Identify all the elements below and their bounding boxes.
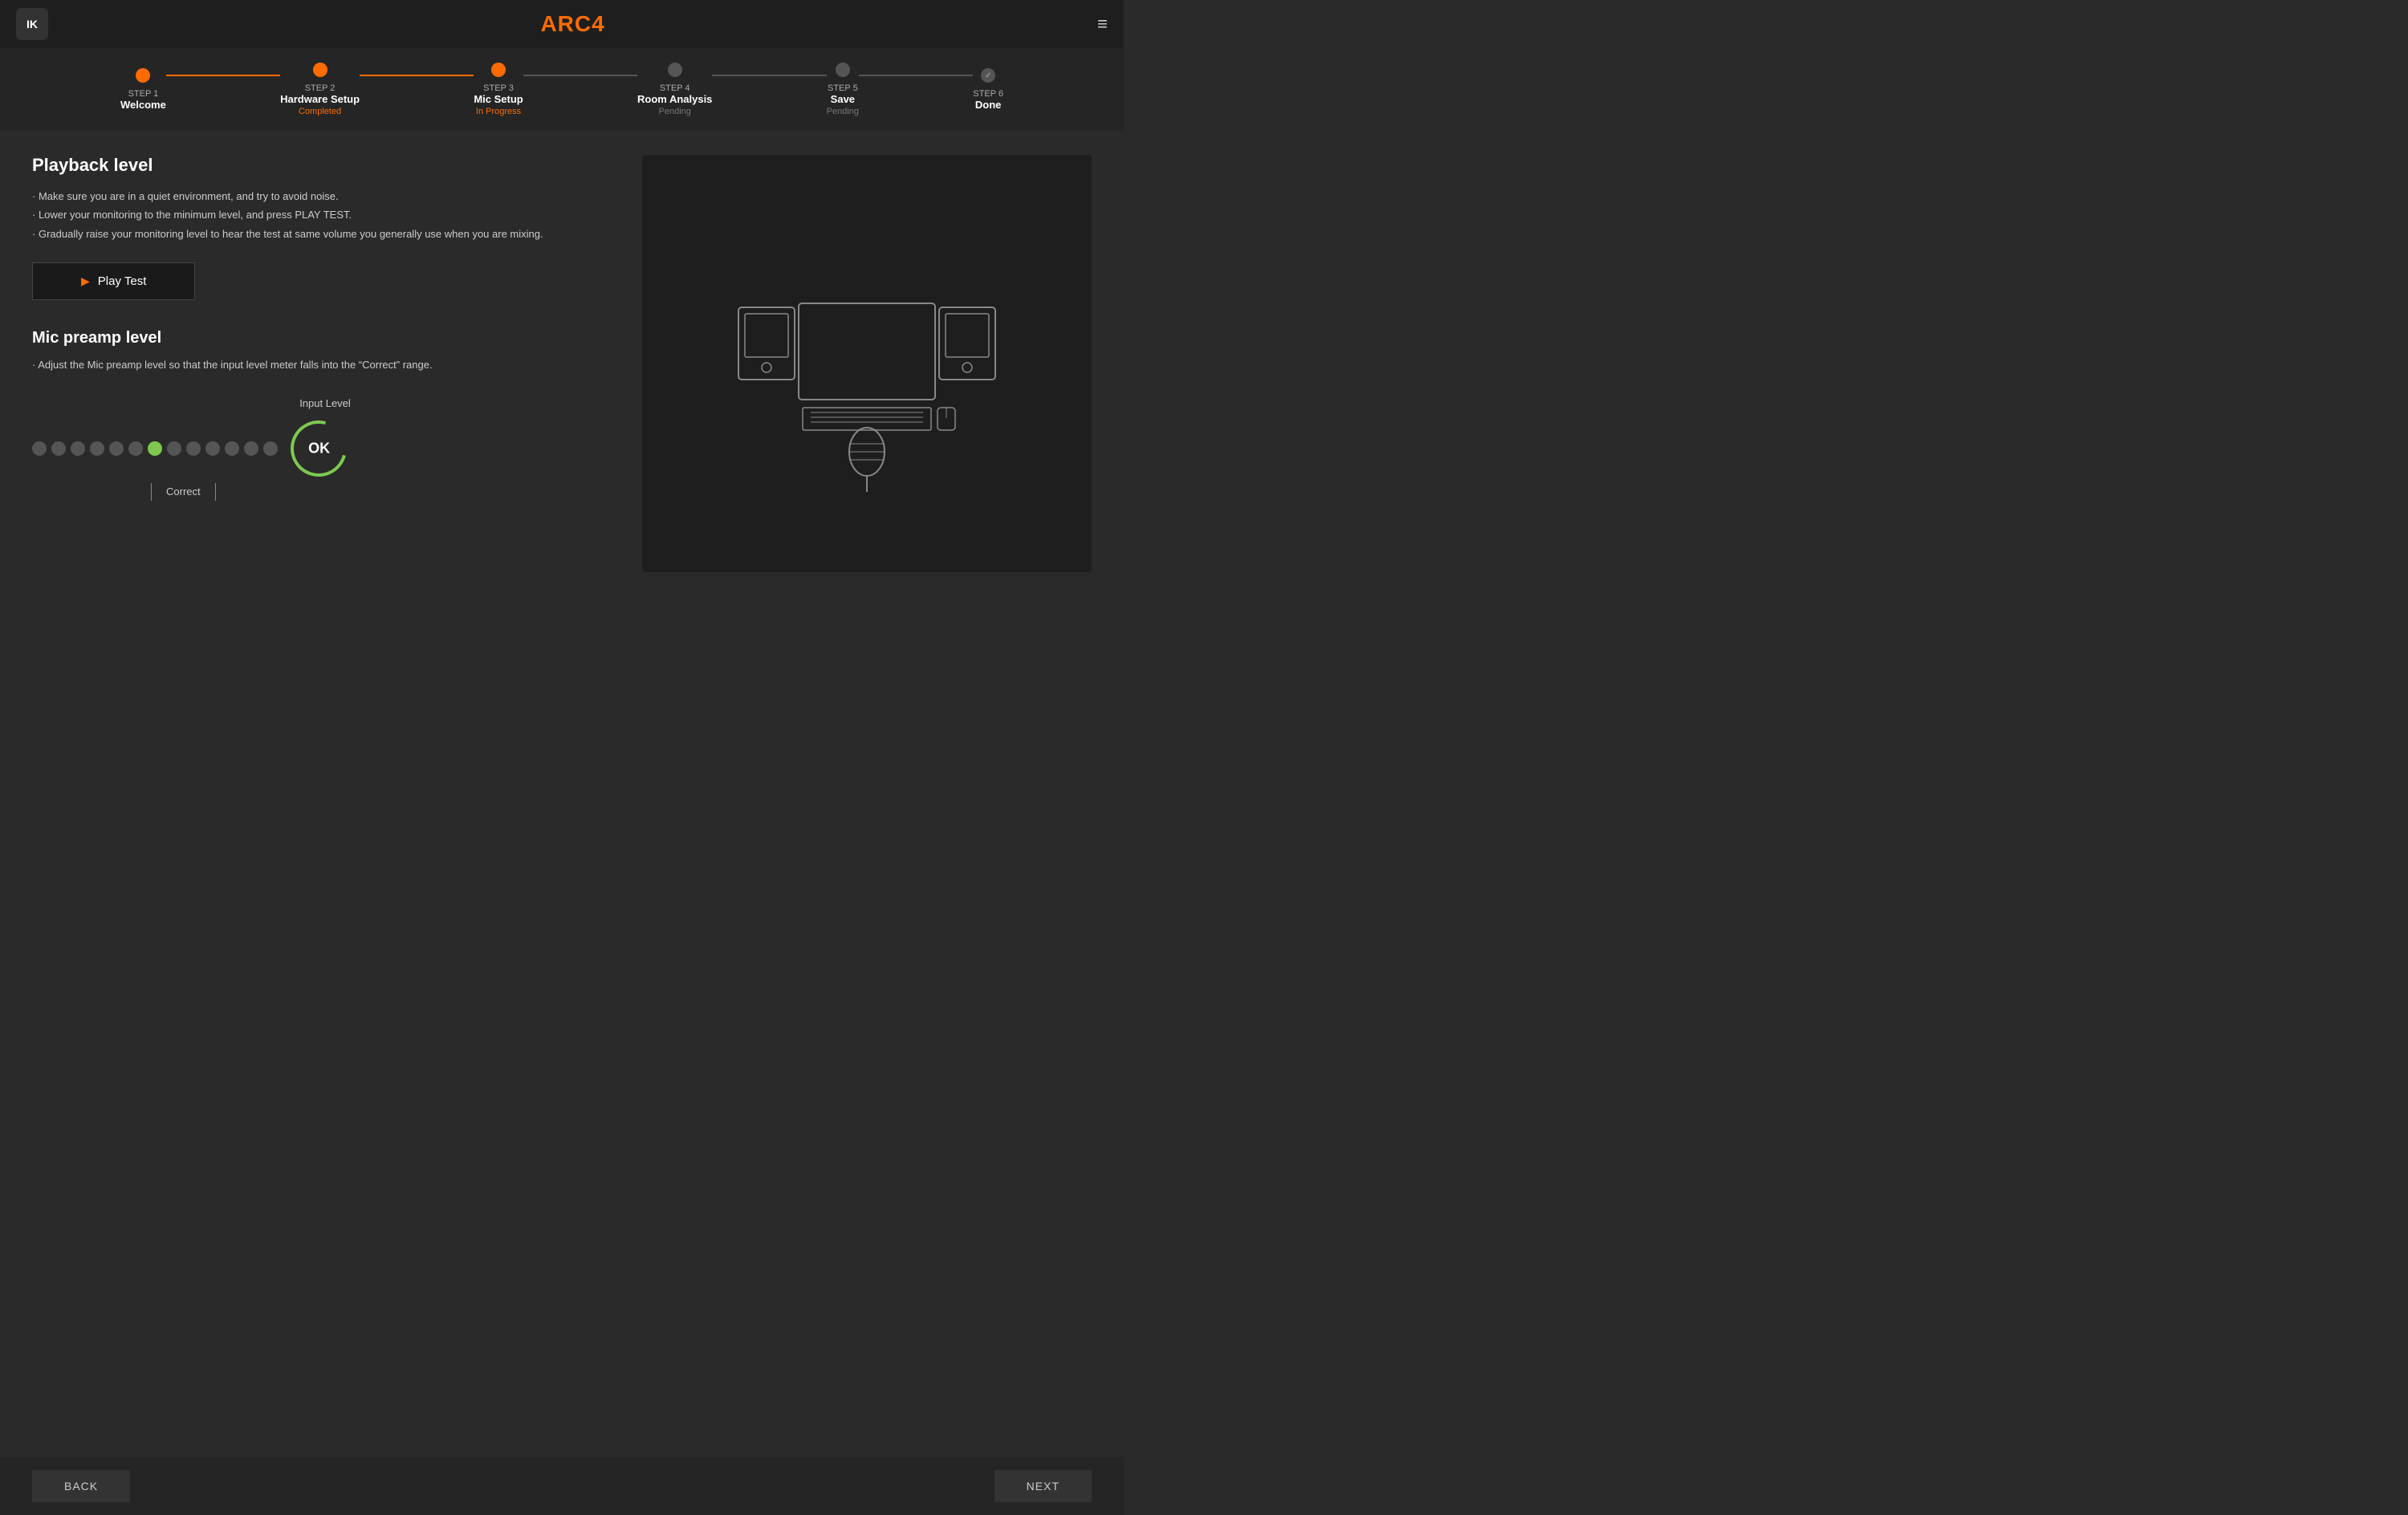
step-1-name: Welcome — [120, 99, 166, 111]
play-test-button[interactable]: ▶ Play Test — [32, 262, 195, 300]
app-title: ARC4 — [540, 11, 604, 37]
step-4: STEP 4 Room Analysis Pending — [637, 63, 712, 116]
step-3: STEP 3 Mic Setup In Progress — [474, 63, 523, 116]
stepper: STEP 1 Welcome STEP 2 Hardware Setup Com… — [0, 48, 1124, 131]
step-2-circle — [313, 63, 327, 77]
correct-label: Correct — [166, 485, 201, 498]
app-logo: IK — [16, 8, 48, 40]
dot-4 — [90, 441, 104, 456]
correct-line-left — [151, 483, 152, 501]
step-6-circle: ✓ — [981, 68, 995, 83]
step-4-name: Room Analysis — [637, 93, 712, 105]
connector-3-4 — [523, 75, 637, 76]
step-5-status: Pending — [827, 107, 859, 116]
next-button[interactable]: NEXT — [995, 1470, 1092, 1502]
left-panel: Playback level Make sure you are in a qu… — [32, 155, 618, 572]
playback-title: Playback level — [32, 155, 618, 176]
mic-preamp-title: Mic preamp level — [32, 329, 618, 347]
dot-13 — [263, 441, 278, 456]
bottom-bar: BACK NEXT — [0, 1457, 1124, 1515]
step-3-name: Mic Setup — [474, 93, 523, 105]
input-level-section: Input Level — [32, 397, 618, 501]
step-5-circle — [836, 63, 850, 77]
step-6-name: Done — [973, 99, 1003, 111]
menu-icon[interactable]: ≡ — [1097, 14, 1108, 35]
monitor — [799, 303, 955, 430]
step-4-status: Pending — [637, 107, 712, 116]
dot-5 — [109, 441, 124, 456]
connector-2-3 — [360, 75, 474, 76]
step-5-number: STEP 5 — [827, 83, 859, 93]
connector-1-2 — [166, 75, 280, 76]
dot-2 — [51, 441, 66, 456]
step-6-number: STEP 6 — [973, 89, 1003, 99]
dot-7 — [148, 441, 162, 456]
dot-10 — [205, 441, 220, 456]
dot-6 — [128, 441, 143, 456]
right-speaker — [939, 307, 995, 380]
level-meter-row: OK — [32, 420, 618, 477]
dot-1 — [32, 441, 47, 456]
mic-preamp-instructions: Adjust the Mic preamp level so that the … — [32, 355, 618, 374]
left-speaker — [738, 307, 795, 380]
correct-line-right — [215, 483, 216, 501]
step-5: STEP 5 Save Pending — [827, 63, 859, 116]
play-icon: ▶ — [81, 274, 90, 288]
step-1-number: STEP 1 — [120, 89, 166, 99]
step-3-status: In Progress — [474, 107, 523, 116]
step-6: ✓ STEP 6 Done — [973, 68, 1003, 111]
step-2-name: Hardware Setup — [280, 93, 360, 105]
dot-8 — [167, 441, 181, 456]
dot-12 — [244, 441, 258, 456]
right-panel — [642, 155, 1092, 572]
correct-range: Correct — [151, 483, 618, 501]
step-3-circle — [491, 63, 506, 77]
dot-11 — [225, 441, 239, 456]
back-button[interactable]: BACK — [32, 1470, 130, 1502]
step-5-name: Save — [827, 93, 859, 105]
step-4-circle — [668, 63, 682, 77]
setup-illustration — [714, 235, 1019, 492]
step-3-number: STEP 3 — [474, 83, 523, 93]
app-header: IK ARC4 ≡ — [0, 0, 1124, 48]
ok-indicator: OK — [280, 410, 357, 487]
step-4-number: STEP 4 — [637, 83, 712, 93]
input-level-label: Input Level — [32, 397, 618, 409]
connector-4-5 — [712, 75, 826, 76]
step-2: STEP 2 Hardware Setup Completed — [280, 63, 360, 116]
playback-instructions: Make sure you are in a quiet environment… — [32, 187, 618, 243]
step-2-status: Completed — [280, 107, 360, 116]
main-content: Playback level Make sure you are in a qu… — [0, 131, 1124, 596]
step-1: STEP 1 Welcome — [120, 68, 166, 111]
connector-5-6 — [859, 75, 973, 76]
step-1-circle — [136, 68, 150, 83]
dot-3 — [71, 441, 85, 456]
step-2-number: STEP 2 — [280, 83, 360, 93]
microphone — [839, 428, 895, 492]
dot-9 — [186, 441, 201, 456]
level-dots — [32, 441, 278, 456]
